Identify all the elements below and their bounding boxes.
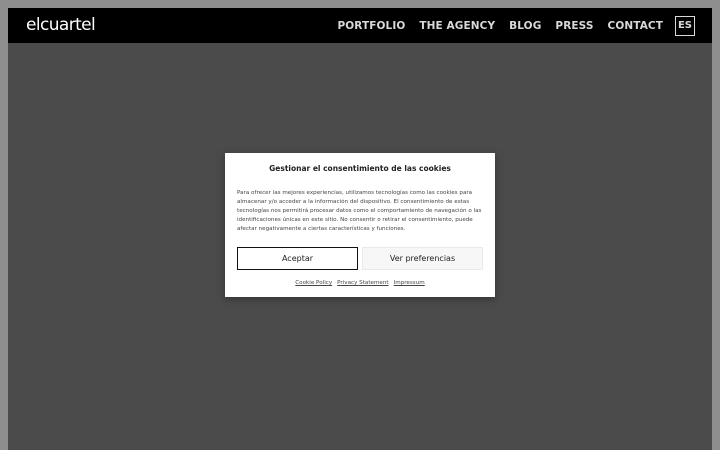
cookie-consent-dialog: Gestionar el consentimiento de las cooki… [225,153,495,297]
accept-button[interactable]: Aceptar [237,247,358,270]
nav-item-blog[interactable]: BLOG [509,20,541,32]
view-preferences-button[interactable]: Ver preferencias [362,247,483,270]
cookie-dialog-links: Cookie Policy Privacy Statement Impressu… [237,280,483,286]
nav-item-the-agency[interactable]: THE AGENCY [419,20,495,32]
language-switch-button[interactable]: ES [675,15,695,36]
privacy-statement-link[interactable]: Privacy Statement [337,280,388,286]
nav-item-portfolio[interactable]: PORTFOLIO [337,20,405,32]
cookie-dialog-title: Gestionar el consentimiento de las cooki… [269,164,451,173]
site-logo[interactable]: elcuartel [26,17,96,34]
cookie-dialog-actions: Aceptar Ver preferencias [237,247,483,270]
nav-item-contact[interactable]: CONTACT [608,20,663,32]
top-navigation-bar: elcuartel PORTFOLIO THE AGENCY BLOG PRES… [8,8,712,43]
main-nav: PORTFOLIO THE AGENCY BLOG PRESS CONTACT … [323,15,695,36]
cookie-policy-link[interactable]: Cookie Policy [295,280,332,286]
cookie-dialog-message: Para ofrecer las mejores experiencias, u… [237,190,482,232]
impressum-link[interactable]: Impressum [394,280,425,286]
nav-item-press[interactable]: PRESS [555,20,593,32]
